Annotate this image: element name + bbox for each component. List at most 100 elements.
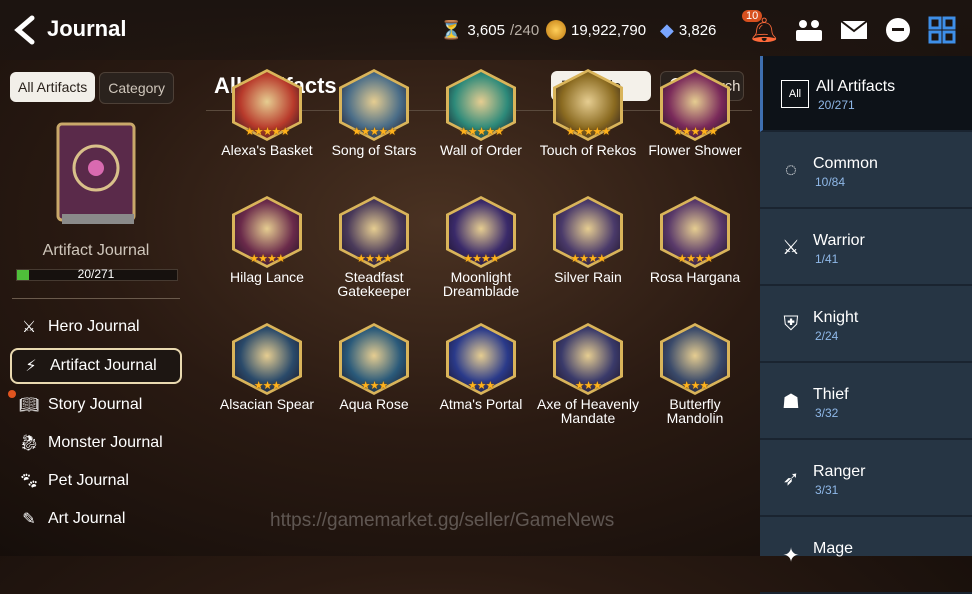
warrior-icon: ⚔ <box>782 236 800 259</box>
artifact-card[interactable]: ★★★★★ Song of Stars <box>321 63 427 183</box>
crystal-counter: ◆ 3,826 <box>660 20 717 40</box>
artifact-card[interactable]: ★★★★★ Flower Shower <box>642 63 748 183</box>
artifact-journal-book-image <box>48 118 144 228</box>
grid-menu-icon <box>928 16 956 44</box>
crystal-icon: ◆ <box>660 20 674 40</box>
hero-icon: ⚔ <box>21 319 37 336</box>
tab-all-artifacts[interactable]: All Artifacts <box>10 72 96 102</box>
category-count: 2/24 <box>815 329 839 343</box>
menu-item-pet-journal[interactable]: 🐾︎ Pet Journal <box>10 462 182 500</box>
category-name: Knight <box>813 309 859 326</box>
category-common[interactable]: ◌ Common 10/84 <box>760 133 972 209</box>
mail-icon <box>840 20 868 39</box>
artifact-card[interactable]: ★★★★ Silver Rain <box>535 190 641 310</box>
top-bar: Journal ⏳ 3,605/240 19,922,790 ◆ 3,826 🔔… <box>0 0 972 60</box>
artifact-stars: ★★★ <box>467 380 496 392</box>
menu-item-story-journal[interactable]: 📖︎ Story Journal <box>8 386 182 424</box>
category-name: Warrior <box>813 232 865 249</box>
category-name: Mage <box>813 540 854 557</box>
artifact-card[interactable]: ★★★★★ Wall of Order <box>428 63 534 183</box>
artifact-name: Song of Stars <box>331 142 417 158</box>
category-count: 3/31 <box>815 483 839 497</box>
artifact-stars: ★★★ <box>574 380 603 392</box>
friends-button[interactable] <box>793 14 825 46</box>
artifact-card[interactable]: ★★★★ Steadfast Gatekeeper <box>321 190 427 310</box>
artifact-card[interactable]: ★★★ Butterfly Mandolin <box>642 317 748 437</box>
chat-icon <box>886 18 910 42</box>
menu-item-artifact-journal[interactable]: ⚡︎ Artifact Journal <box>10 348 182 384</box>
category-name: Thief <box>813 386 849 403</box>
divider <box>12 298 180 299</box>
artifact-stars: ★★★★ <box>356 253 392 265</box>
artifact-name: Rosa Hargana <box>649 269 741 285</box>
artifact-name: Hilag Lance <box>230 269 304 285</box>
artifact-name: Wall of Order <box>440 142 522 158</box>
artifact-card[interactable]: ★★★★ Rosa Hargana <box>642 190 748 310</box>
artifact-name: Alsacian Spear <box>219 396 315 412</box>
stamina-icon: ⏳ <box>440 20 463 40</box>
category-count: 10/84 <box>815 175 846 189</box>
artifact-stars: ★★★ <box>681 380 710 392</box>
gold-counter: 19,922,790 <box>546 20 646 40</box>
artifact-list-panel: All Artifacts ☰ Grade Search ★★★★★Alexa'… <box>198 60 760 556</box>
artifact-stars: ★★★★ <box>570 253 606 265</box>
artifact-card[interactable]: ★★★★ Moonlight Dreamblade <box>428 190 534 310</box>
menu-item-monster-journal[interactable]: 🐉︎ Monster Journal <box>10 424 182 462</box>
artifact-name: Flower Shower <box>648 142 742 158</box>
menu-grid-button[interactable] <box>926 14 958 46</box>
category-warrior[interactable]: ⚔ Warrior 1/41 <box>760 210 972 286</box>
category-knight[interactable]: ⛨ Knight 2/24 <box>760 287 972 363</box>
notification-badge: 10 <box>742 10 763 22</box>
lightning-icon: ⚡︎ <box>25 358 37 375</box>
artifact-card[interactable]: ★★★★★ Alexa's Basket <box>214 63 320 183</box>
gold-icon <box>546 20 566 40</box>
journal-menu: ⚔ Hero Journal ⚡︎ Artifact Journal 📖︎ St… <box>8 308 182 538</box>
journal-progress-text: 20/271 <box>77 267 115 281</box>
all-icon: All <box>781 80 809 108</box>
category-count: 1/41 <box>815 252 839 266</box>
category-name: Common <box>813 155 878 172</box>
artifact-card[interactable]: ★★★ Atma's Portal <box>428 317 534 437</box>
menu-item-art-journal[interactable]: ✎ Art Journal <box>10 500 182 538</box>
artifact-stars: ★★★★★ <box>244 126 290 138</box>
mail-button[interactable] <box>838 14 870 46</box>
category-name: All Artifacts <box>816 78 896 95</box>
artifact-stars: ★★★★★ <box>458 126 504 138</box>
category-sidebar: All All Artifacts 20/271 ◌ Common 10/84 ⚔ Warri… <box>760 56 972 594</box>
new-dot-indicator <box>8 390 16 398</box>
view-tabs: All Artifacts Category <box>10 72 175 104</box>
artifact-name: Atma's Portal <box>439 396 523 412</box>
chat-button[interactable] <box>882 14 914 46</box>
menu-item-hero-journal[interactable]: ⚔ Hero Journal <box>10 308 182 346</box>
tab-category[interactable]: Category <box>99 72 175 104</box>
artifact-name: Axe of Heavenly Mandate <box>537 396 639 426</box>
watermark: https://gamemarket.gg/seller/GameNews <box>270 510 615 531</box>
art-icon: ✎ <box>22 511 36 528</box>
left-panel: All Artifacts Category Artifact Journal … <box>0 60 192 556</box>
category-ranger[interactable]: ➶ Ranger 3/31 <box>760 441 972 517</box>
artifact-card[interactable]: ★★★★★ Touch of Rekos <box>535 63 641 183</box>
page-title: Journal <box>47 16 127 41</box>
artifact-stars: ★★★★★ <box>565 126 611 138</box>
category-mage[interactable]: ✦ Mage <box>760 518 972 594</box>
common-icon: ◌ <box>785 158 797 181</box>
artifact-stars: ★★★ <box>360 380 389 392</box>
artifact-card[interactable]: ★★★ Aqua Rose <box>321 317 427 437</box>
artifact-card[interactable]: ★★★ Alsacian Spear <box>214 317 320 437</box>
artifact-card[interactable]: ★★★ Axe of Heavenly Mandate <box>535 317 641 437</box>
artifact-stars: ★★★★★ <box>351 126 397 138</box>
back-button[interactable] <box>10 12 40 48</box>
category-thief[interactable]: ☗ Thief 3/32 <box>760 364 972 440</box>
thief-icon: ☗ <box>782 390 800 413</box>
artifact-name: Butterfly Mandolin <box>666 396 724 426</box>
knight-icon: ⛨ <box>783 312 799 335</box>
category-all-artifacts[interactable]: All All Artifacts 20/271 <box>760 56 972 132</box>
stamina-counter: ⏳ 3,605/240 <box>440 20 540 40</box>
artifact-name: Alexa's Basket <box>221 142 313 158</box>
category-count: 3/32 <box>815 406 839 420</box>
artifact-name: Touch of Rekos <box>539 142 637 158</box>
artifact-card[interactable]: ★★★★ Hilag Lance <box>214 190 320 310</box>
ranger-icon: ➶ <box>782 467 800 490</box>
artifact-stars: ★★★★ <box>249 253 285 265</box>
artifact-stars: ★★★★★ <box>672 126 718 138</box>
